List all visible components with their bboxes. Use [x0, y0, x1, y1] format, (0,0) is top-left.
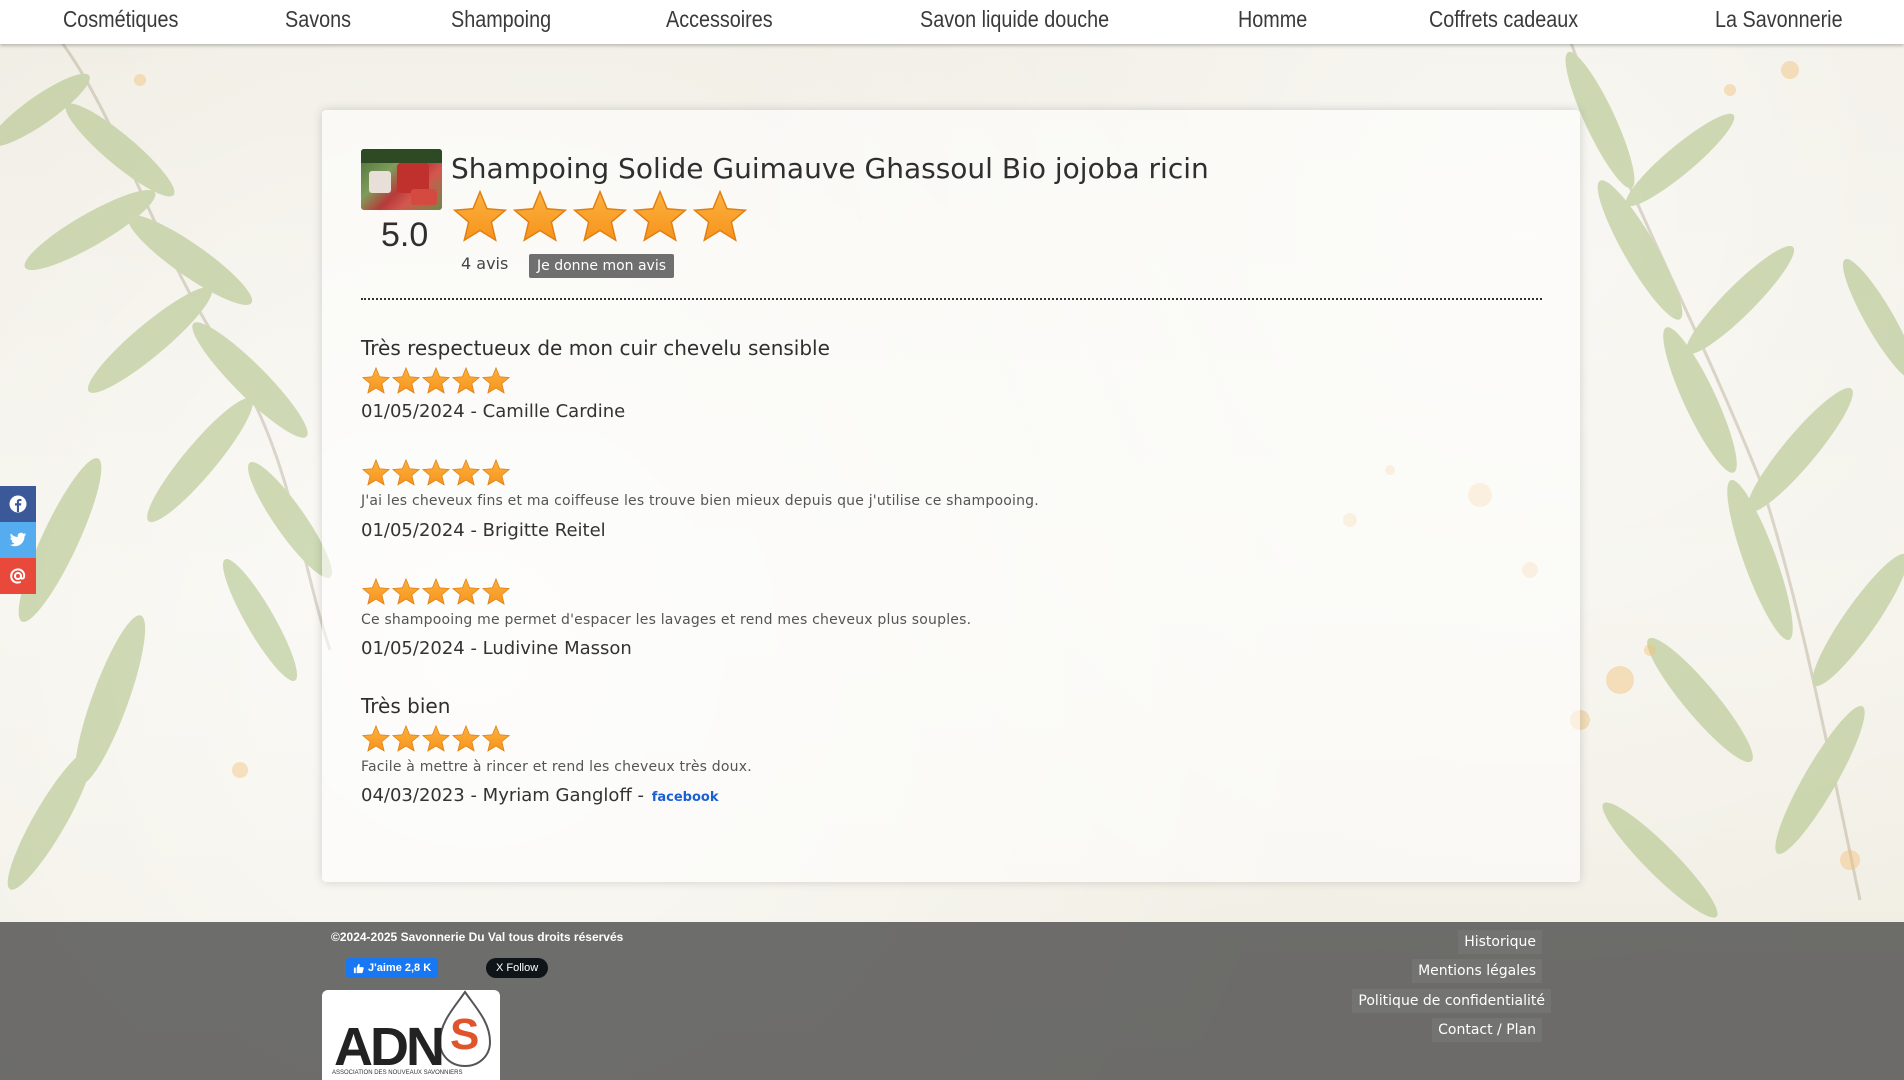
star-icon [421, 366, 451, 394]
nav-item-accessoires[interactable]: Accessoires [666, 0, 773, 40]
facebook-like-button[interactable]: J'aime 2,8 K [346, 958, 439, 978]
star-icon [451, 577, 481, 605]
share-twitter-button[interactable] [0, 522, 36, 558]
write-review-button[interactable]: Je donne mon avis [529, 254, 675, 278]
share-facebook-button[interactable] [0, 486, 36, 522]
nav-item-homme[interactable]: Homme [1238, 0, 1307, 40]
star-icon [391, 577, 421, 605]
twitter-icon [9, 532, 27, 547]
nav-item-savon-liquide-douche[interactable]: Savon liquide douche [920, 0, 1109, 40]
footer-link-mentions-legales[interactable]: Mentions légales [1412, 959, 1542, 983]
star-icon [481, 577, 511, 605]
logo-caption: ASSOCIATION DES NOUVEAUX SAVONNIERS [332, 1070, 463, 1076]
nav-item-savons[interactable]: Savons [285, 0, 351, 40]
top-navigation-bar: Cosmétiques Savons Shampoing Accessoires… [0, 0, 1904, 44]
average-score: 5.0 [381, 216, 429, 254]
facebook-icon [9, 495, 27, 513]
star-icon [481, 366, 511, 394]
footer [0, 922, 1904, 1080]
adns-association-logo[interactable]: ADN S ASSOCIATION DES NOUVEAUX SAVONNIER… [322, 990, 500, 1080]
star-icon [451, 458, 481, 486]
review-2-date-author: 01/05/2024 - Brigitte Reitel [361, 520, 606, 541]
star-icon [361, 366, 391, 394]
product-thumbnail[interactable] [361, 149, 442, 210]
footer-link-historique[interactable]: Historique [1458, 930, 1542, 954]
review-3-stars [361, 577, 511, 607]
review-4-title: Très bien [361, 694, 451, 718]
star-icon [391, 458, 421, 486]
share-email-button[interactable] [0, 558, 36, 594]
logo-letter: S [450, 1010, 480, 1059]
nav-item-coffrets-cadeaux[interactable]: Coffrets cadeaux [1429, 0, 1578, 40]
nav-item-la-savonnerie[interactable]: La Savonnerie [1715, 0, 1843, 40]
star-icon [421, 577, 451, 605]
review-4-stars [361, 724, 511, 754]
copyright-text: ©2024-2025 Savonnerie Du Val tous droits… [331, 930, 624, 944]
footer-link-politique-confidentialite[interactable]: Politique de confidentialité [1352, 989, 1551, 1013]
review-4-date-author-text: 04/03/2023 - Myriam Gangloff - [361, 785, 650, 806]
star-icon [481, 458, 511, 486]
star-icon [452, 189, 508, 242]
star-icon [451, 366, 481, 394]
facebook-source-link[interactable]: facebook [652, 790, 719, 805]
facebook-like-label: J'aime 2,8 K [368, 962, 432, 974]
star-icon [361, 724, 391, 752]
star-icon [421, 724, 451, 752]
review-1-stars [361, 366, 511, 396]
product-title: Shampoing Solide Guimauve Ghassoul Bio j… [451, 152, 1209, 185]
review-4-date-author: 04/03/2023 - Myriam Gangloff - facebook [361, 785, 719, 806]
dotted-divider [361, 298, 1542, 300]
star-icon [391, 724, 421, 752]
nav-item-cosmetiques[interactable]: Cosmétiques [63, 0, 178, 40]
review-1-date-author: 01/05/2024 - Camille Cardine [361, 401, 626, 422]
star-icon [512, 189, 568, 242]
star-icon [481, 724, 511, 752]
review-4-text: Facile à mettre à rincer et rend les che… [361, 759, 752, 775]
review-2-text: J'ai les cheveux fins et ma coiffeuse le… [361, 493, 1039, 509]
x-follow-button[interactable]: X Follow [486, 958, 549, 978]
star-icon [451, 724, 481, 752]
star-icon [421, 458, 451, 486]
review-1-title: Très respectueux de mon cuir chevelu sen… [361, 336, 830, 360]
star-icon [692, 189, 748, 242]
review-3-text: Ce shampooing me permet d'espacer les la… [361, 612, 972, 628]
thumbs-up-icon [353, 963, 364, 973]
star-icon [361, 458, 391, 486]
logo-text: ADN [334, 1017, 445, 1077]
review-2-stars [361, 458, 511, 488]
product-rating-stars [451, 188, 749, 246]
review-3-date-author: 01/05/2024 - Ludivine Masson [361, 638, 632, 659]
star-icon [361, 577, 391, 605]
email-at-icon [10, 568, 26, 584]
star-icon [632, 189, 688, 242]
footer-link-contact-plan[interactable]: Contact / Plan [1432, 1018, 1542, 1042]
star-icon [391, 366, 421, 394]
review-count: 4 avis [461, 254, 509, 273]
star-icon [572, 189, 628, 242]
nav-item-shampoing[interactable]: Shampoing [451, 0, 551, 40]
